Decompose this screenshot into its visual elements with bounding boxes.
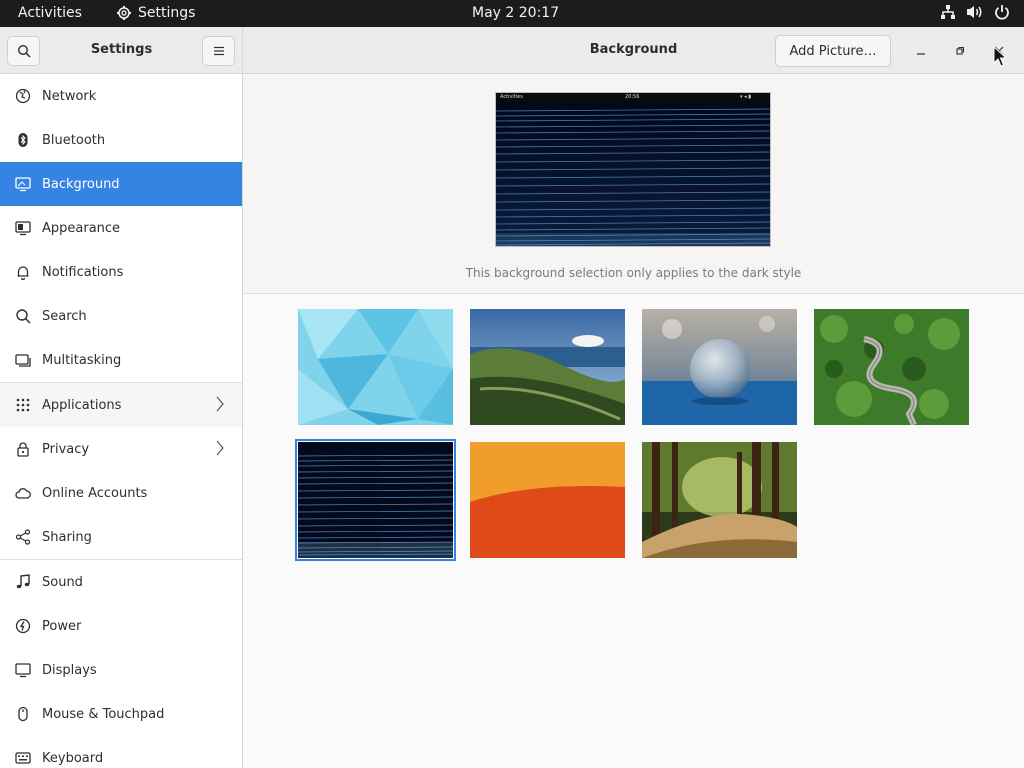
content-pane: Background Add Picture… Activities 20:56… bbox=[243, 27, 1024, 768]
wallpaper-dark-blue-lines[interactable] bbox=[295, 439, 456, 561]
settings-window: Settings Network Bluetooth Background Ap… bbox=[0, 27, 1024, 768]
sidebar-item-search[interactable]: Search bbox=[0, 294, 242, 338]
sidebar-item-label: Appearance bbox=[42, 220, 121, 236]
lock-icon bbox=[17, 442, 29, 457]
sidebar-item-bluetooth[interactable]: Bluetooth bbox=[0, 118, 242, 162]
bell-icon bbox=[17, 266, 29, 280]
sidebar-item-label: Bluetooth bbox=[42, 132, 106, 148]
search-icon bbox=[16, 309, 31, 324]
wallpaper-forest-path[interactable] bbox=[642, 442, 797, 558]
preview-activities: Activities bbox=[500, 94, 523, 100]
hamburger-menu-icon bbox=[213, 46, 224, 56]
sidebar-item-multitasking[interactable]: Multitasking bbox=[0, 338, 242, 382]
sidebar-item-label: Keyboard bbox=[42, 750, 104, 766]
sidebar-item-sound[interactable]: Sound bbox=[0, 560, 242, 604]
chevron-right-icon bbox=[216, 396, 224, 412]
preview-wallpaper bbox=[496, 93, 770, 246]
share-icon bbox=[15, 529, 31, 545]
sidebar-item-background[interactable]: Background bbox=[0, 162, 242, 206]
power-icon bbox=[15, 618, 31, 634]
sidebar-list: Network Bluetooth Background Appearance … bbox=[0, 74, 242, 768]
sidebar-item-label: Displays bbox=[42, 662, 97, 678]
sidebar-header: Settings bbox=[0, 27, 242, 74]
bluetooth-icon bbox=[18, 133, 28, 147]
header-bar: Background Add Picture… bbox=[243, 27, 1024, 74]
top-bar: Activities Settings May 2 20:17 bbox=[0, 0, 1024, 27]
wallpaper-orange-red-curve[interactable] bbox=[470, 442, 625, 558]
main-menu-button[interactable] bbox=[202, 36, 235, 66]
appearance-icon bbox=[15, 221, 31, 236]
sidebar-item-appearance[interactable]: Appearance bbox=[0, 206, 242, 250]
sidebar-item-label: Sound bbox=[42, 574, 83, 590]
sidebar-item-label: Privacy bbox=[42, 441, 90, 457]
volume-icon bbox=[967, 6, 982, 18]
music-note-icon bbox=[16, 574, 30, 589]
sidebar-item-mouse-touchpad[interactable]: Mouse & Touchpad bbox=[0, 692, 242, 736]
preview-clock: 20:56 bbox=[625, 94, 640, 100]
sidebar-item-label: Power bbox=[42, 618, 82, 634]
sidebar-item-label: Multitasking bbox=[42, 352, 122, 368]
mouse-cursor-icon bbox=[993, 46, 1007, 67]
wallpaper-coastal-hills[interactable] bbox=[470, 309, 625, 425]
sidebar-item-notifications[interactable]: Notifications bbox=[0, 250, 242, 294]
wallpaper-crystal-ball[interactable] bbox=[642, 309, 797, 425]
sidebar-item-label: Sharing bbox=[42, 529, 92, 545]
keyboard-icon bbox=[15, 752, 31, 764]
sidebar-item-label: Online Accounts bbox=[42, 485, 148, 501]
sidebar: Settings Network Bluetooth Background Ap… bbox=[0, 27, 243, 768]
apps-grid-icon bbox=[16, 398, 30, 412]
wallpaper-forest-road-aerial[interactable] bbox=[814, 309, 969, 425]
sidebar-item-label: Mouse & Touchpad bbox=[42, 706, 165, 722]
sidebar-item-privacy[interactable]: Privacy bbox=[0, 427, 242, 471]
sidebar-item-displays[interactable]: Displays bbox=[0, 648, 242, 692]
background-preview: Activities 20:56 ▾ ◂ ▮ bbox=[495, 92, 771, 247]
sidebar-item-network[interactable]: Network bbox=[0, 74, 242, 118]
power-menu-icon bbox=[995, 5, 1009, 20]
clock[interactable]: May 2 20:17 bbox=[472, 5, 559, 21]
network-icon bbox=[15, 88, 31, 104]
sidebar-item-label: Notifications bbox=[42, 264, 124, 280]
maximize-button[interactable] bbox=[951, 42, 969, 60]
sidebar-item-sharing[interactable]: Sharing bbox=[0, 515, 242, 559]
sidebar-item-applications[interactable]: Applications bbox=[0, 383, 242, 427]
multitasking-icon bbox=[15, 354, 31, 367]
wallpaper-blue-triangles[interactable] bbox=[298, 309, 453, 425]
maximize-icon bbox=[956, 47, 964, 55]
sidebar-item-keyboard[interactable]: Keyboard bbox=[0, 736, 242, 768]
page-title: Background bbox=[589, 42, 678, 57]
add-picture-button[interactable]: Add Picture… bbox=[775, 35, 891, 67]
wired-network-icon bbox=[941, 5, 955, 19]
background-icon bbox=[15, 177, 31, 192]
mouse-icon bbox=[18, 706, 28, 722]
activities-button[interactable]: Activities bbox=[18, 5, 82, 21]
gear-icon bbox=[117, 6, 131, 20]
sidebar-item-power[interactable]: Power bbox=[0, 604, 242, 648]
sidebar-item-online-accounts[interactable]: Online Accounts bbox=[0, 471, 242, 515]
app-name: Settings bbox=[138, 5, 196, 21]
background-preview-area: Activities 20:56 ▾ ◂ ▮ This background s… bbox=[243, 74, 1024, 294]
preview-caption: This background selection only applies t… bbox=[465, 266, 802, 280]
chevron-right-icon bbox=[216, 440, 224, 456]
preview-top-bar: Activities 20:56 ▾ ◂ ▮ bbox=[496, 93, 770, 102]
minimize-button[interactable] bbox=[912, 42, 930, 60]
cloud-icon bbox=[15, 488, 31, 499]
minimize-icon bbox=[917, 53, 925, 55]
sidebar-item-label: Network bbox=[42, 88, 97, 104]
sidebar-item-label: Background bbox=[42, 176, 120, 192]
sidebar-item-label: Applications bbox=[42, 397, 122, 413]
display-icon bbox=[15, 663, 31, 678]
system-tray[interactable] bbox=[940, 4, 1010, 20]
sidebar-item-label: Search bbox=[42, 308, 87, 324]
app-menu[interactable]: Settings bbox=[116, 5, 195, 21]
